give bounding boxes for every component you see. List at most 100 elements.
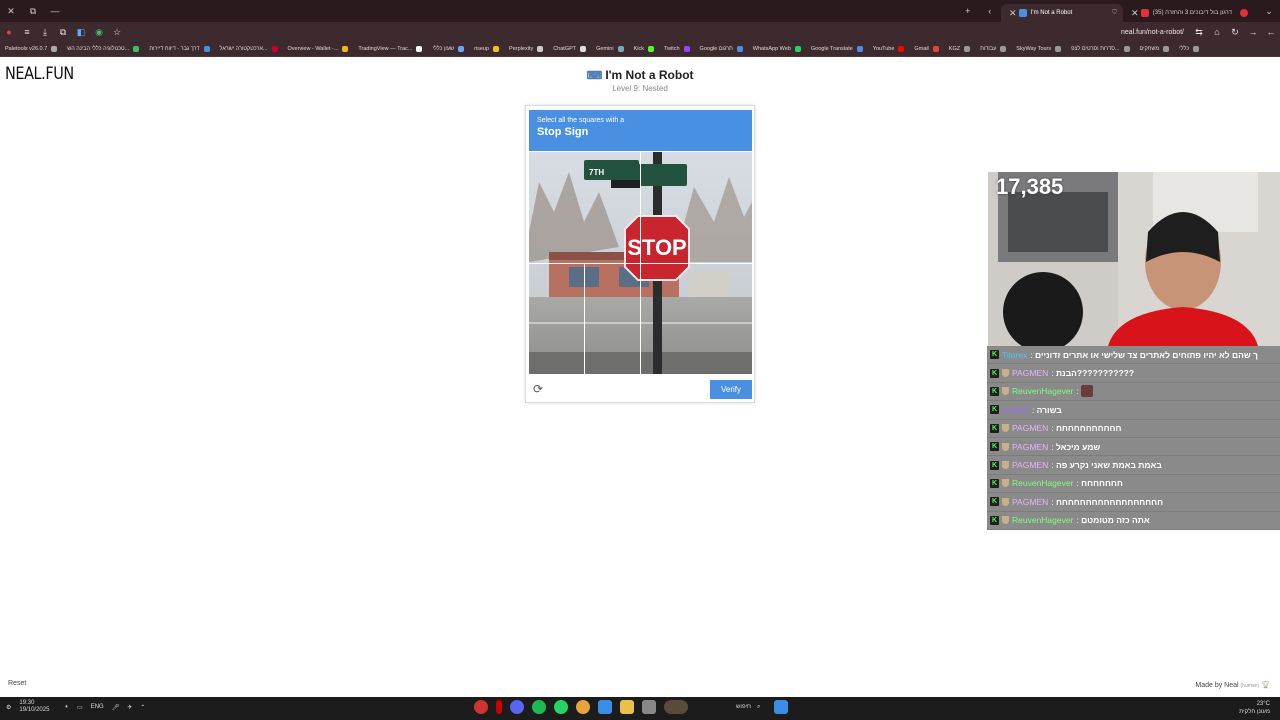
kick-badge-icon: K xyxy=(990,423,999,433)
search-icon[interactable]: ⌕ xyxy=(757,704,760,711)
chat-username[interactable]: PAGMEN xyxy=(1012,423,1048,433)
clock[interactable]: 19:30 19/10/2025 xyxy=(19,700,57,714)
menu-icon[interactable]: ≡ xyxy=(18,27,36,37)
weather-widget[interactable]: 23°C מעונן חלקית xyxy=(1239,700,1270,716)
chat-username[interactable]: Tilorex xyxy=(1002,350,1027,360)
chat-message: K onlevi1 : בשורה xyxy=(987,401,1280,420)
chat-username[interactable]: ReuvenHagever xyxy=(1012,515,1073,525)
settings-icon[interactable]: ⚙ xyxy=(6,704,11,711)
copy-icon[interactable]: ⧉ xyxy=(54,27,72,38)
chat-username[interactable]: onlevi1 xyxy=(1002,405,1029,415)
spotify-icon[interactable] xyxy=(532,700,546,714)
chat-username[interactable]: ReuvenHagever xyxy=(1012,478,1073,488)
chat-username[interactable]: ReuvenHagever xyxy=(1012,386,1073,396)
robot-icon: ⌨ xyxy=(586,70,603,82)
back-icon[interactable]: ← xyxy=(1262,27,1280,37)
chevron-down-icon[interactable]: ⌄ xyxy=(1258,6,1280,17)
bookmark-item[interactable]: TradingView — Trac... xyxy=(353,46,427,52)
close-icon[interactable]: ✕ xyxy=(0,6,22,17)
bookmark-item[interactable]: משחקים xyxy=(1135,46,1175,52)
bookmark-item[interactable]: ארכטקטורה ישראל... xyxy=(215,46,283,52)
bookmark-item[interactable]: Twitch xyxy=(659,46,695,52)
star-icon[interactable]: ☆ xyxy=(108,27,126,38)
bookmark-item[interactable]: Gmail xyxy=(909,46,943,52)
volume-icon[interactable]: 🔈︎ xyxy=(65,704,69,711)
display-icon[interactable]: ▭ xyxy=(77,704,83,711)
bookmark-item[interactable]: KGZ xyxy=(944,46,975,52)
tab-not-a-robot[interactable]: ✕ I'm Not a Robot ⛉ xyxy=(1000,4,1123,22)
page-header: ⌨ I'm Not a Robot Level 9: Nested xyxy=(540,68,740,93)
new-tab-icon[interactable]: + xyxy=(957,6,979,16)
made-by-credit[interactable]: Made by Neal (human) 🏆︎ xyxy=(1195,681,1270,689)
settings-icon[interactable]: ⇆ xyxy=(1190,27,1208,38)
bookmark-item[interactable]: riseup xyxy=(469,46,504,52)
bookmark-item[interactable]: ChatGPT xyxy=(548,46,591,52)
chat-message: K ReuvenHagever : חחחחחחח xyxy=(987,475,1280,494)
bookmark-item[interactable]: Gemini xyxy=(591,46,628,52)
address-bar[interactable]: neal.fun/not-a-robot/ xyxy=(1121,29,1184,36)
chevron-left-icon[interactable]: ‹ xyxy=(979,6,1001,16)
app-icon[interactable] xyxy=(474,700,488,714)
app-icon[interactable] xyxy=(642,700,656,714)
bookmark-item[interactable]: Perplexity xyxy=(504,46,548,52)
chat-username[interactable]: PAGMEN xyxy=(1012,442,1048,452)
bookmark-item[interactable]: Paletools v26.0.7 xyxy=(0,46,62,52)
stop-sign-text: STOP xyxy=(627,235,687,260)
record-icon[interactable]: ● xyxy=(0,27,18,37)
reset-link[interactable]: Reset xyxy=(8,680,26,687)
search-label[interactable]: חיפוש xyxy=(736,704,751,710)
bookmark-item[interactable]: טכנולוגיה כללי הבינה הש... xyxy=(62,46,144,52)
bookmark-item[interactable]: סדרות וסרטים לצפ... xyxy=(1066,46,1134,52)
bookmark-item[interactable]: YouTube xyxy=(868,46,910,52)
telegram-icon[interactable]: ✈ xyxy=(127,704,132,711)
chat-message: K PAGMEN : שמע מיכאל xyxy=(987,438,1280,457)
bookmark-item[interactable]: WhatsApp Web xyxy=(748,46,806,52)
chat-text: חחחחחחחחחחחחחחחחחח xyxy=(1055,496,1164,507)
chrome-icon[interactable] xyxy=(576,700,590,714)
minimize-icon[interactable]: — xyxy=(44,6,66,16)
chat-username[interactable]: PAGMEN xyxy=(1012,497,1048,507)
chat-message: K PAGMEN : באמת באמת שאני נקרע פה xyxy=(987,456,1280,475)
language-indicator[interactable]: ENG xyxy=(91,704,104,710)
shield-badge-icon xyxy=(1002,424,1009,433)
kick-badge-icon: K xyxy=(990,478,999,488)
bookmark-item[interactable]: שעון כללי xyxy=(427,46,469,52)
bookmark-item[interactable]: Google תרגום xyxy=(695,46,748,52)
captcha-image-grid[interactable]: 7TH STOP xyxy=(529,152,752,374)
forward-icon[interactable]: → xyxy=(1244,27,1262,37)
close-tab-icon[interactable]: ✕ xyxy=(1007,8,1019,19)
trophy-icon: 🏆︎ xyxy=(1261,682,1270,689)
bookmark-item[interactable]: Overview - Wallet -... xyxy=(283,46,354,52)
os-taskbar: ⚙ 19:30 19/10/2025 🔈︎ ▭ ENG 🎤︎ ✈ ⌃ חיפוש … xyxy=(0,697,1280,720)
bookmark-item[interactable]: כללי xyxy=(1174,46,1204,52)
chat-message: K PAGMEN : חחחחחחחחחחח xyxy=(987,420,1280,438)
close-tab-icon[interactable]: ✕ xyxy=(1129,8,1141,19)
folder-icon[interactable] xyxy=(620,700,634,714)
bookmark-item[interactable]: דרך גבר - דיווח דיירות xyxy=(144,46,214,52)
reload-icon[interactable]: ↻ xyxy=(1226,27,1244,38)
chevron-up-icon[interactable]: ⌃ xyxy=(140,704,145,711)
widgets-icon[interactable] xyxy=(664,700,688,714)
site-logo[interactable]: NEAL.FUN xyxy=(5,64,74,84)
bookmark-item[interactable]: Kick xyxy=(629,46,659,52)
whatsapp-icon[interactable]: ◉ xyxy=(90,27,108,38)
home-icon[interactable]: ⌂ xyxy=(1208,27,1226,37)
download-icon[interactable]: ⤓ xyxy=(36,27,54,38)
chat-username[interactable]: PAGMEN xyxy=(1012,460,1048,470)
photos-icon[interactable] xyxy=(598,700,612,714)
microphone-icon[interactable]: 🎤︎ xyxy=(112,704,120,711)
pin-icon[interactable]: ⧉ xyxy=(22,6,44,17)
bookmark-item[interactable]: Google Translate xyxy=(806,46,868,52)
whatsapp-icon[interactable] xyxy=(554,700,568,714)
bookmark-item[interactable]: SkyWay Tours xyxy=(1011,46,1066,52)
chat-username[interactable]: PAGMEN xyxy=(1012,368,1048,378)
verify-button[interactable]: Verify xyxy=(710,380,752,399)
bookmark-item[interactable]: עבודות xyxy=(975,46,1011,52)
discord-icon[interactable] xyxy=(510,700,524,714)
tab-youtube[interactable]: ✕ (35) דרגון בול דיבוכים 3 והחזרה xyxy=(1123,4,1258,22)
chat-panel: K Tilorex : ך שהם לא יהיו פתוחים לאתרים … xyxy=(987,346,1280,530)
windows-start-icon[interactable] xyxy=(774,700,789,714)
refresh-icon[interactable]: ⟳ xyxy=(533,382,543,396)
extension-icon[interactable]: ◧ xyxy=(72,27,90,38)
app-icon[interactable] xyxy=(496,700,502,714)
